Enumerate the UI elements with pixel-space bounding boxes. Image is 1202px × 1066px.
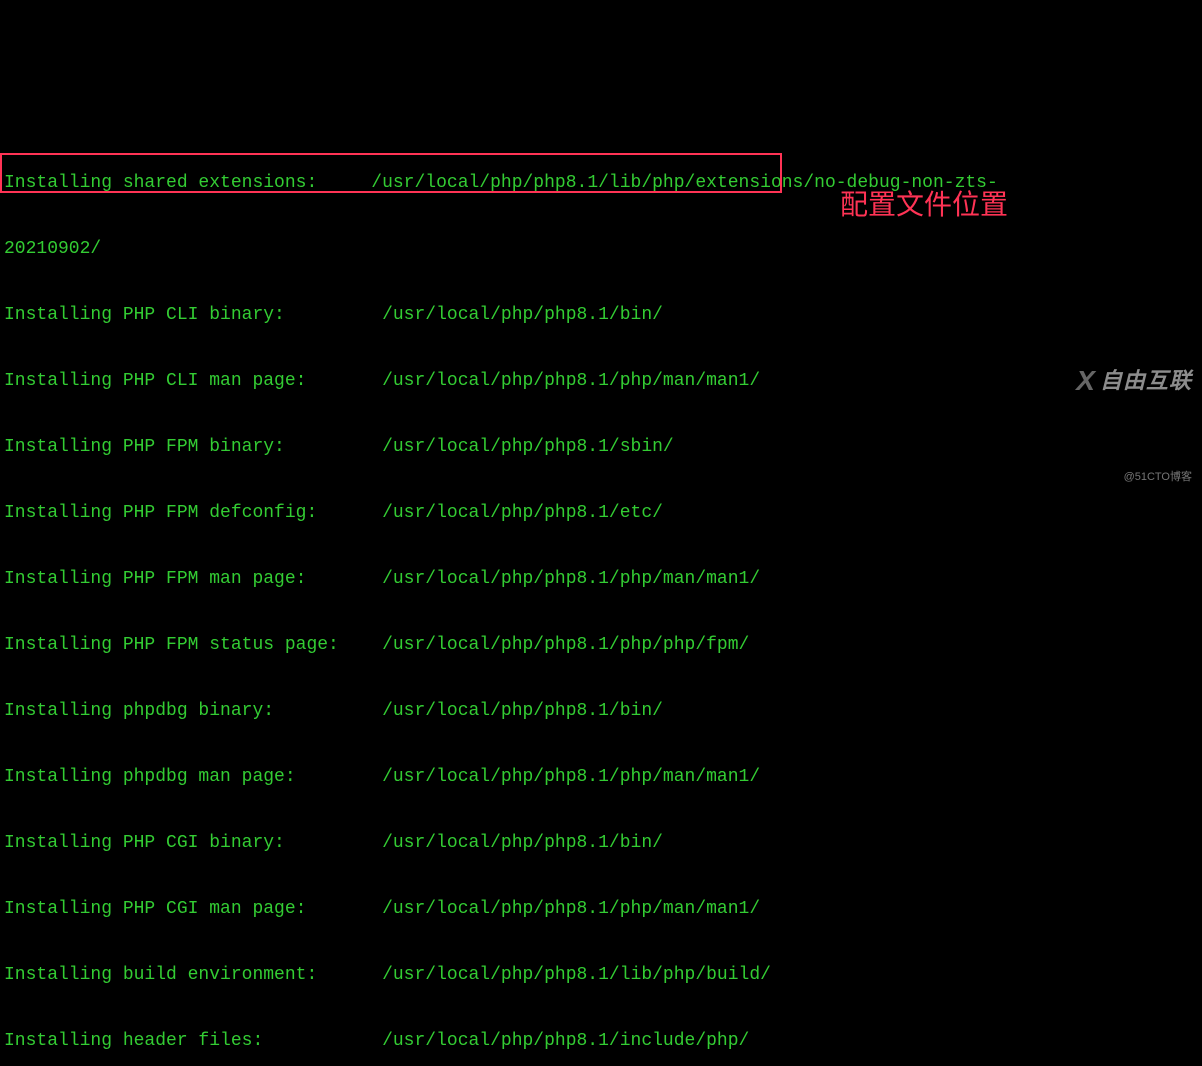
terminal-line: Installing PHP FPM status page: /usr/loc… [4, 629, 1198, 662]
line-path: /usr/local/php/php8.1/sbin/ [382, 437, 674, 457]
terminal-line: Installing phpdbg binary: /usr/local/php… [4, 695, 1198, 728]
terminal-line: Installing shared extensions: /usr/local… [4, 167, 1198, 200]
watermark-logo-icon: X [1076, 364, 1096, 397]
line-path: /usr/local/php/php8.1/etc/ [382, 503, 663, 523]
line-text: Installing PHP FPM status page: [4, 635, 339, 655]
line-path: /usr/local/php/php8.1/bin/ [382, 833, 663, 853]
watermark-sub: @51CTO博客 [1076, 461, 1192, 494]
line-path: /usr/local/php/php8.1/bin/ [382, 701, 663, 721]
line-path: /usr/local/php/php8.1/php/man/man1/ [382, 371, 760, 391]
terminal-output: Installing shared extensions: /usr/local… [0, 132, 1202, 1066]
line-text: Installing PHP CGI binary: [4, 833, 285, 853]
terminal-line: Installing PHP FPM man page: /usr/local/… [4, 563, 1198, 596]
terminal-line: Installing PHP CLI binary: /usr/local/ph… [4, 299, 1198, 332]
line-text: Installing build environment: [4, 965, 317, 985]
line-text: Installing PHP FPM defconfig: [4, 503, 317, 523]
terminal-line: Installing phpdbg man page: /usr/local/p… [4, 761, 1198, 794]
terminal-line: Installing PHP CGI binary: /usr/local/ph… [4, 827, 1198, 860]
line-text: Installing PHP CLI man page: [4, 371, 306, 391]
line-path: /usr/local/php/php8.1/php/man/man1/ [382, 569, 760, 589]
terminal-line: 20210902/ [4, 233, 1198, 266]
watermark: X 自由互联 @51CTO博客 [1076, 298, 1192, 527]
line-path: /usr/local/php/php8.1/include/php/ [382, 1031, 749, 1051]
line-text: Installing PHP FPM binary: [4, 437, 285, 457]
line-path: /usr/local/php/php8.1/php/php/fpm/ [382, 635, 749, 655]
line-text: Installing phpdbg binary: [4, 701, 274, 721]
line-text: Installing PHP FPM man page: [4, 569, 306, 589]
annotation-label: 配置文件位置 [840, 188, 1008, 221]
line-text: Installing PHP CLI binary: [4, 305, 285, 325]
line-text: 20210902/ [4, 239, 101, 259]
terminal-line: Installing PHP CGI man page: /usr/local/… [4, 893, 1198, 926]
line-text: Installing phpdbg man page: [4, 767, 296, 787]
line-text: Installing header files: [4, 1031, 263, 1051]
terminal-line: Installing header files: /usr/local/php/… [4, 1025, 1198, 1058]
line-text: Installing PHP CGI man page: [4, 899, 306, 919]
watermark-main: 自由互联 [1100, 364, 1192, 397]
line-text: Installing shared extensions: [4, 173, 317, 193]
terminal-line: Installing build environment: /usr/local… [4, 959, 1198, 992]
terminal-line: Installing PHP FPM binary: /usr/local/ph… [4, 431, 1198, 464]
terminal-line: Installing PHP FPM defconfig: /usr/local… [4, 497, 1198, 530]
line-path: /usr/local/php/php8.1/php/man/man1/ [382, 899, 760, 919]
line-path: /usr/local/php/php8.1/lib/php/build/ [382, 965, 771, 985]
line-path: /usr/local/php/php8.1/bin/ [382, 305, 663, 325]
line-path: /usr/local/php/php8.1/php/man/man1/ [382, 767, 760, 787]
terminal-line: Installing PHP CLI man page: /usr/local/… [4, 365, 1198, 398]
